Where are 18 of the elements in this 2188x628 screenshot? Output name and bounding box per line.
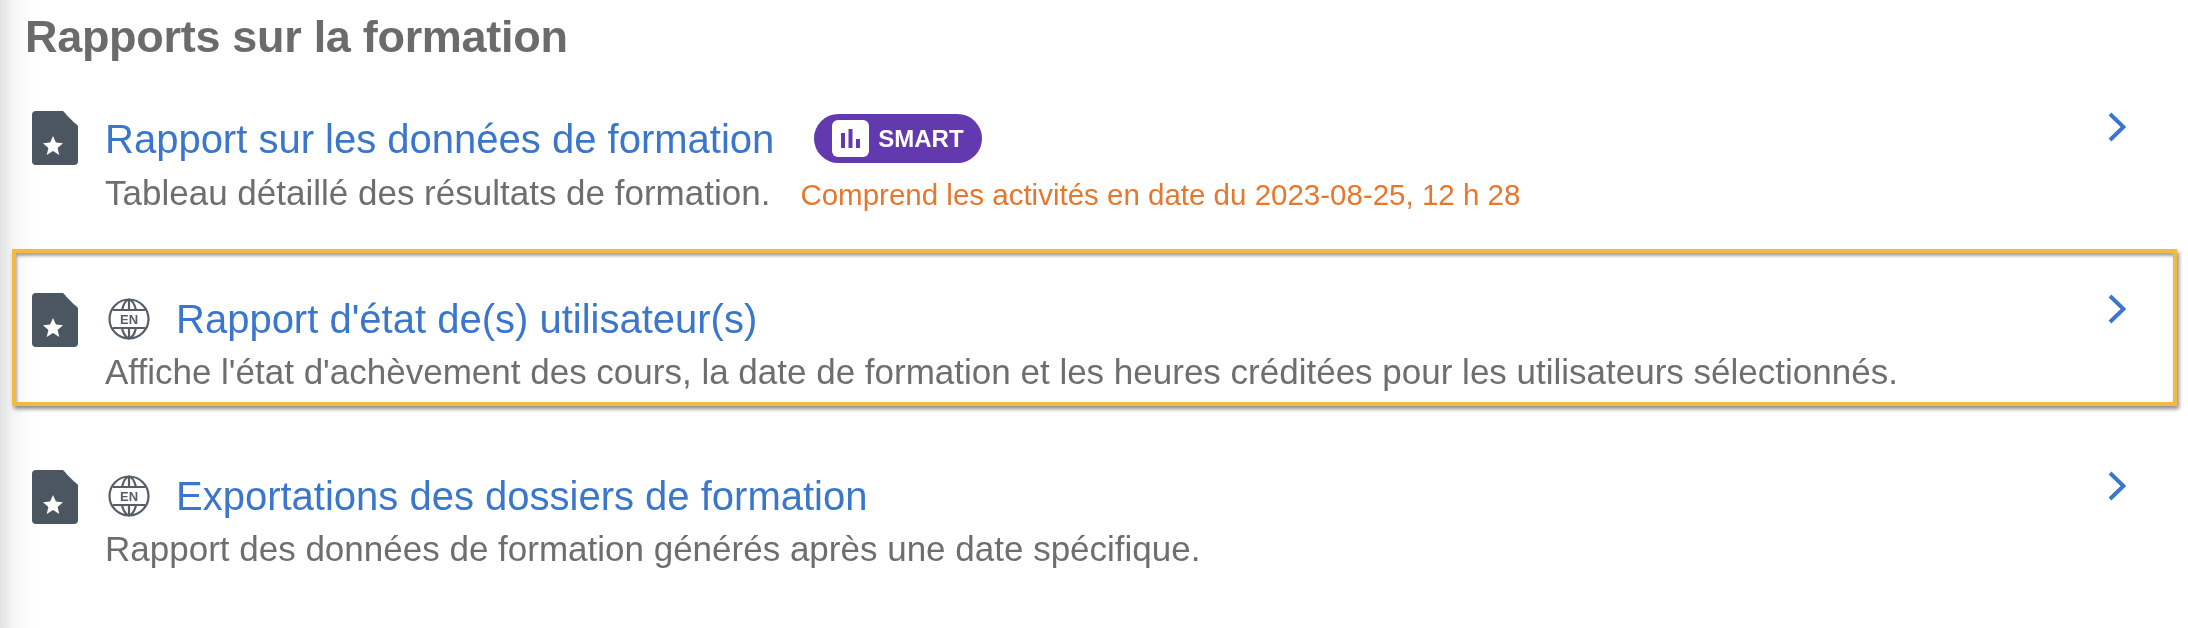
globe-language-icon: EN: [108, 475, 150, 517]
chevron-right-icon[interactable]: [2108, 112, 2126, 142]
document-star-icon: [32, 111, 78, 165]
globe-language-icon: EN: [108, 298, 150, 340]
page-title: Rapports sur la formation: [25, 12, 569, 62]
document-star-icon: [32, 470, 78, 524]
chevron-right-icon[interactable]: [2108, 471, 2126, 501]
report-title-link[interactable]: Rapport d'état de(s) utilisateur(s): [176, 296, 758, 342]
report-description: Tableau détaillé des résultats de formation.: [105, 172, 771, 214]
report-title-link[interactable]: Exportations des dossiers de formation: [176, 473, 868, 519]
activity-date-note: Comprend les activités en date du 2023-08-25, 12 h 28: [800, 177, 1521, 213]
report-description: Rapport des données de formation générés après une date spécifique.: [105, 528, 1201, 570]
report-description: Affiche l'état d'achèvement des cours, la date de formation et les heures créditées pour les utilisateurs sélectionnés.: [105, 351, 1898, 393]
report-title-link[interactable]: Rapport sur les données de formation: [105, 115, 775, 162]
smart-badge: SMART: [814, 114, 982, 163]
chevron-right-icon[interactable]: [2108, 294, 2126, 324]
document-star-icon: [32, 293, 78, 347]
bar-chart-icon: [832, 120, 870, 157]
